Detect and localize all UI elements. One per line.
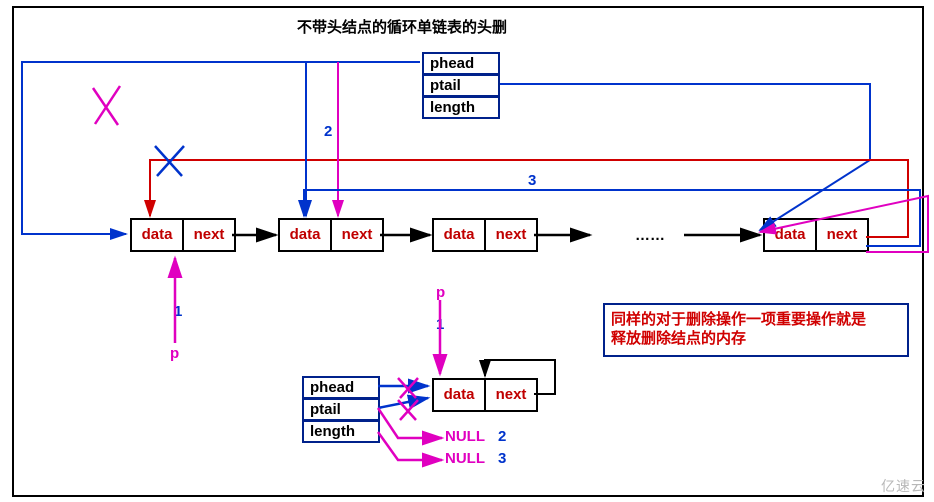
arrow-step3-marker bbox=[760, 196, 928, 252]
arrow-single-self-loop bbox=[485, 360, 555, 394]
arrow-ptail-to-last bbox=[500, 84, 870, 230]
arrow-phead-to-first bbox=[22, 62, 420, 234]
arrows-layer bbox=[0, 0, 934, 502]
arrow-phead-to-second bbox=[306, 62, 420, 216]
arrow-null-3 bbox=[378, 432, 442, 460]
